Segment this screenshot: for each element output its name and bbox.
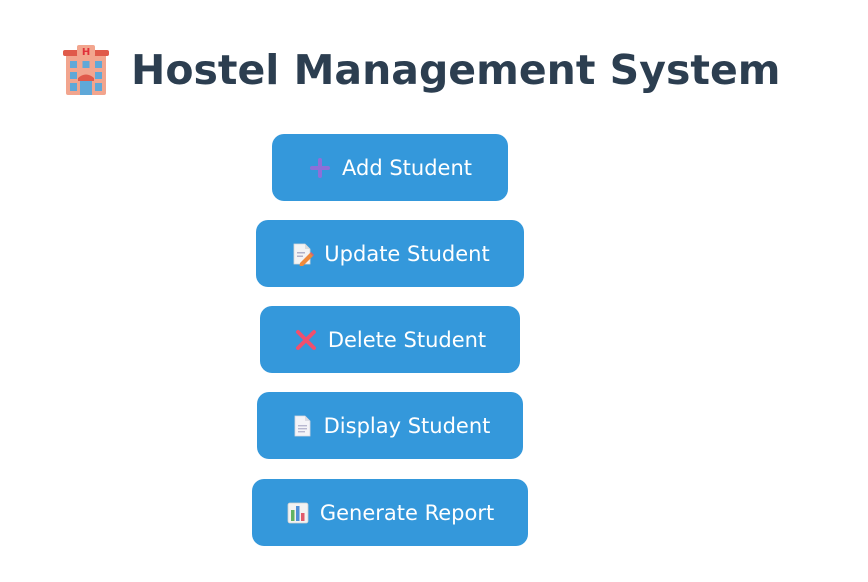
plus-icon xyxy=(308,156,332,180)
delete-student-button[interactable]: Delete Student xyxy=(260,306,520,373)
add-student-label: Add Student xyxy=(342,155,472,180)
add-student-button[interactable]: Add Student xyxy=(272,134,508,201)
bar-chart-icon xyxy=(286,501,310,525)
display-student-button[interactable]: Display Student xyxy=(257,392,523,459)
update-student-button[interactable]: Update Student xyxy=(256,220,524,287)
memo-pencil-icon xyxy=(290,242,315,266)
generate-report-label: Generate Report xyxy=(319,500,495,525)
generate-report-button[interactable]: Generate Report xyxy=(252,479,528,546)
document-icon xyxy=(290,414,314,438)
cross-mark-icon xyxy=(294,328,318,352)
menu: Add Student Update Student Delete Studen… xyxy=(0,0,868,582)
display-student-label: Display Student xyxy=(323,413,491,438)
update-student-label: Update Student xyxy=(324,241,490,266)
delete-student-label: Delete Student xyxy=(327,327,487,352)
